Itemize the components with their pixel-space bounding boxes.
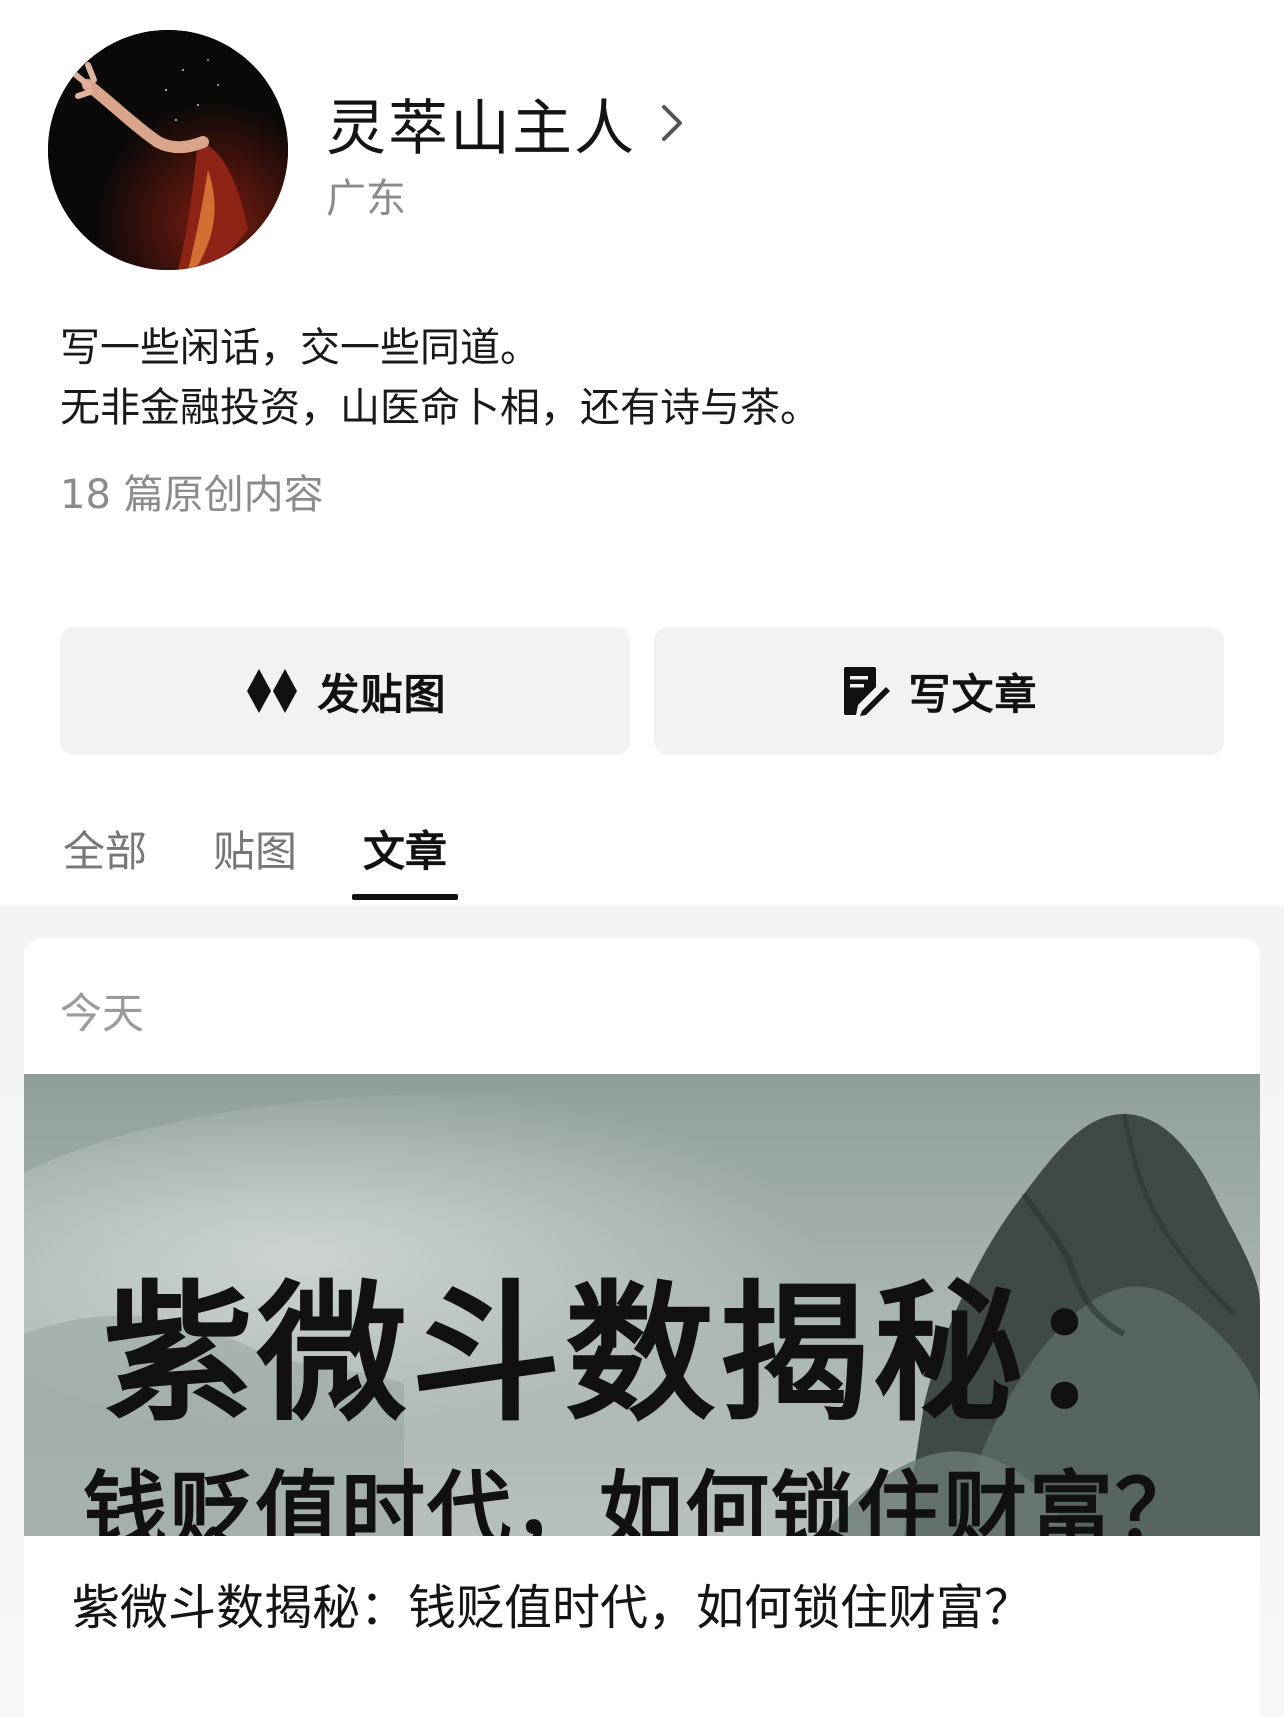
post-photo-label: 发贴图 [317,669,447,719]
bio-line: 写一些闲话，交一些同道。 [60,325,540,371]
edit-document-icon [840,665,892,717]
original-content-count: 18 篇原创内容 [60,472,324,518]
article-cover-image[interactable]: 紫微斗数揭秘： 钱贬值时代，如何锁住财富？ [24,1074,1260,1536]
cover-subtitle: 钱贬值时代，如何锁住财富？ [82,1461,1201,1537]
avatar[interactable] [48,30,288,270]
write-article-label: 写文章 [908,669,1038,719]
article-card[interactable]: 今天 紫微斗数揭秘： 钱贬值时代，如何锁住财富？ 紫微斗数揭秘：钱贬值时代，如何… [24,938,1260,1717]
cover-title: 紫微斗数揭秘： [102,1266,1181,1442]
diamond-pair-icon [243,667,301,715]
bio-line: 无非金融投资，山医命卜相，还有诗与茶。 [60,385,820,431]
tab-all[interactable]: 全部 [62,820,148,900]
active-tab-indicator [352,894,458,900]
tab-label: 文章 [362,827,447,876]
profile-location: 广东 [326,176,406,222]
avatar-image [48,30,288,270]
post-date: 今天 [60,989,145,1038]
write-article-button[interactable]: 写文章 [654,627,1224,755]
tab-photos[interactable]: 贴图 [212,820,298,900]
article-title[interactable]: 紫微斗数揭秘：钱贬值时代，如何锁住财富？ [72,1568,1032,1638]
profile-name: 灵萃山主人 [326,93,636,164]
chevron-right-icon [662,105,682,141]
content-tabs: 全部 贴图 文章 [0,820,1284,900]
profile-bio: 写一些闲话，交一些同道。 无非金融投资，山医命卜相，还有诗与茶。 [60,318,1210,438]
post-photo-button[interactable]: 发贴图 [60,627,630,755]
profile-header: 灵萃山主人 广东 [0,0,1284,280]
tab-label: 贴图 [212,827,297,876]
tab-articles[interactable]: 文章 [352,820,458,900]
profile-name-link[interactable]: 灵萃山主人 [326,88,688,164]
tab-label: 全部 [62,827,147,876]
